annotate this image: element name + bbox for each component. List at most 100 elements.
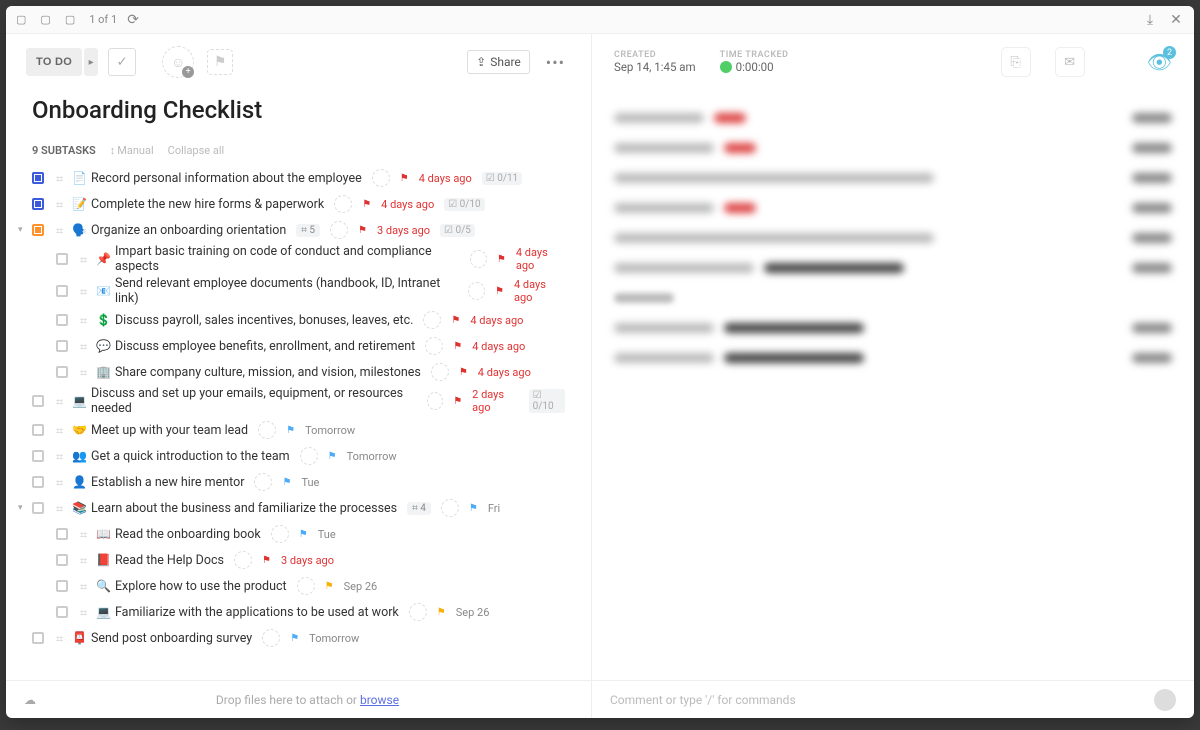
task-row[interactable]: ▾⌗🗣️Organize an onboarding orientation⌗ … [32, 217, 565, 243]
due-date[interactable]: Tomorrow [347, 450, 397, 463]
task-title[interactable]: Onboarding Checklist [6, 90, 591, 138]
assignee-placeholder[interactable] [330, 221, 348, 239]
task-status-checkbox[interactable] [56, 554, 68, 566]
priority-flag-icon[interactable]: ⚑ [453, 341, 462, 352]
task-status-checkbox[interactable] [32, 172, 44, 184]
assignee-placeholder[interactable] [441, 499, 459, 517]
minimize-icon[interactable]: ⤓ [1140, 10, 1160, 30]
due-date[interactable]: 3 days ago [377, 224, 430, 237]
assignee-placeholder[interactable] [234, 551, 252, 569]
complete-check-button[interactable]: ✓ [108, 48, 136, 76]
assignee-placeholder[interactable] [258, 421, 276, 439]
task-row[interactable]: ⌗📧Send relevant employee documents (hand… [32, 275, 565, 307]
task-status-checkbox[interactable] [32, 395, 44, 407]
expand-caret-icon[interactable]: ▾ [18, 225, 26, 235]
breadcrumb-2[interactable]: ▢ [40, 13, 50, 26]
priority-flag-icon[interactable]: ⚑ [451, 315, 460, 326]
priority-flag-icon[interactable]: ⚑ [495, 286, 504, 297]
task-status-checkbox[interactable] [56, 580, 68, 592]
priority-flag-icon[interactable]: ⚑ [400, 173, 409, 184]
comment-toggle-icon[interactable]: ✉ [1055, 47, 1085, 77]
task-row[interactable]: ⌗💻Discuss and set up your emails, equipm… [32, 385, 565, 417]
assignee-placeholder[interactable] [431, 363, 449, 381]
task-row[interactable]: ⌗🤝Meet up with your team lead⚑Tomorrow [32, 417, 565, 443]
watchers-button[interactable]: 👁 2 [1147, 50, 1172, 74]
task-status-checkbox[interactable] [56, 606, 68, 618]
task-row[interactable]: ⌗💲Discuss payroll, sales incentives, bon… [32, 307, 565, 333]
assignee-placeholder[interactable] [409, 603, 427, 621]
task-status-checkbox[interactable] [32, 450, 44, 462]
due-date[interactable]: 2 days ago [472, 388, 518, 414]
breadcrumb-1[interactable]: ▢ [16, 13, 26, 26]
priority-flag-icon[interactable]: ⚑ [459, 367, 468, 378]
due-date[interactable]: Tomorrow [305, 424, 355, 437]
priority-flag-icon[interactable]: ⚑ [299, 529, 308, 540]
task-status-checkbox[interactable] [32, 224, 44, 236]
sort-dropdown[interactable]: ↕ Manual [110, 144, 154, 157]
priority-flag-icon[interactable]: ⚑ [262, 555, 271, 566]
assignee-placeholder[interactable] [297, 577, 315, 595]
browse-link[interactable]: browse [360, 693, 399, 707]
priority-flag-icon[interactable]: ⚑ [286, 425, 295, 436]
due-date[interactable]: Fri [488, 502, 500, 515]
task-row[interactable]: ⌗📕Read the Help Docs⚑3 days ago [32, 547, 565, 573]
priority-flag-icon[interactable]: ⚑ [469, 503, 478, 514]
task-status-checkbox[interactable] [56, 285, 68, 297]
priority-flag-icon[interactable]: ⚑ [497, 254, 506, 265]
task-status-checkbox[interactable] [32, 198, 44, 210]
due-date[interactable]: Sep 26 [456, 606, 490, 619]
assignee-placeholder[interactable] [334, 195, 352, 213]
assignee-placeholder[interactable] [470, 250, 487, 268]
due-date[interactable]: 4 days ago [381, 198, 434, 211]
task-row[interactable]: ⌗📮Send post onboarding survey⚑Tomorrow [32, 625, 565, 651]
status-button[interactable]: TO DO [26, 48, 82, 76]
priority-flag-icon[interactable]: ⚑ [358, 225, 367, 236]
task-row[interactable]: ⌗💬Discuss employee benefits, enrollment,… [32, 333, 565, 359]
play-icon[interactable] [720, 61, 732, 73]
priority-flag-icon[interactable]: ⚑ [437, 607, 446, 618]
activity-toggle-icon[interactable]: ⎘ [1001, 47, 1031, 77]
task-row[interactable]: ⌗📖Read the onboarding book⚑Tue [32, 521, 565, 547]
task-status-checkbox[interactable] [56, 340, 68, 352]
comment-input[interactable]: Comment or type '/' for commands [610, 693, 1148, 707]
priority-flag-icon[interactable]: ⚑ [290, 633, 299, 644]
assignee-placeholder[interactable] [300, 447, 318, 465]
task-row[interactable]: ⌗🔍Explore how to use the product⚑Sep 26 [32, 573, 565, 599]
due-date[interactable]: Tue [318, 528, 336, 541]
more-menu-button[interactable]: ••• [540, 53, 571, 72]
priority-flag-icon[interactable]: ⚑ [325, 581, 334, 592]
assignee-placeholder[interactable] [262, 629, 280, 647]
task-status-checkbox[interactable] [56, 253, 68, 265]
task-row[interactable]: ⌗📝Complete the new hire forms & paperwor… [32, 191, 565, 217]
priority-flag-icon[interactable]: ⚑ [453, 396, 462, 407]
due-date[interactable]: 4 days ago [419, 172, 472, 185]
task-row[interactable]: ⌗🏢Share company culture, mission, and vi… [32, 359, 565, 385]
send-button[interactable] [1154, 689, 1176, 711]
assignee-placeholder[interactable] [427, 392, 443, 410]
assignee-placeholder[interactable] [423, 311, 441, 329]
priority-flag-icon[interactable]: ⚑ [362, 199, 371, 210]
task-status-checkbox[interactable] [32, 502, 44, 514]
due-date[interactable]: Sep 26 [344, 580, 378, 593]
assignee-placeholder[interactable] [468, 282, 485, 300]
task-status-checkbox[interactable] [56, 314, 68, 326]
task-row[interactable]: ⌗👥Get a quick introduction to the team⚑T… [32, 443, 565, 469]
due-date[interactable]: 4 days ago [514, 278, 565, 304]
priority-flag-button[interactable]: ⚑ [204, 46, 236, 78]
expand-caret-icon[interactable]: ▾ [18, 503, 26, 513]
task-status-checkbox[interactable] [32, 632, 44, 644]
due-date[interactable]: 4 days ago [516, 246, 565, 272]
priority-flag-icon[interactable]: ⚑ [282, 477, 291, 488]
refresh-icon[interactable]: ⟳ [123, 10, 143, 30]
priority-flag-icon[interactable]: ⚑ [328, 451, 337, 462]
assignee-placeholder[interactable] [425, 337, 443, 355]
task-status-checkbox[interactable] [56, 528, 68, 540]
task-status-checkbox[interactable] [32, 424, 44, 436]
due-date[interactable]: Tue [301, 476, 319, 489]
due-date[interactable]: 4 days ago [470, 314, 523, 327]
collapse-all-button[interactable]: Collapse all [168, 144, 225, 157]
task-status-checkbox[interactable] [56, 366, 68, 378]
task-row[interactable]: ⌗📄Record personal information about the … [32, 165, 565, 191]
task-status-checkbox[interactable] [32, 476, 44, 488]
assignee-placeholder[interactable] [271, 525, 289, 543]
